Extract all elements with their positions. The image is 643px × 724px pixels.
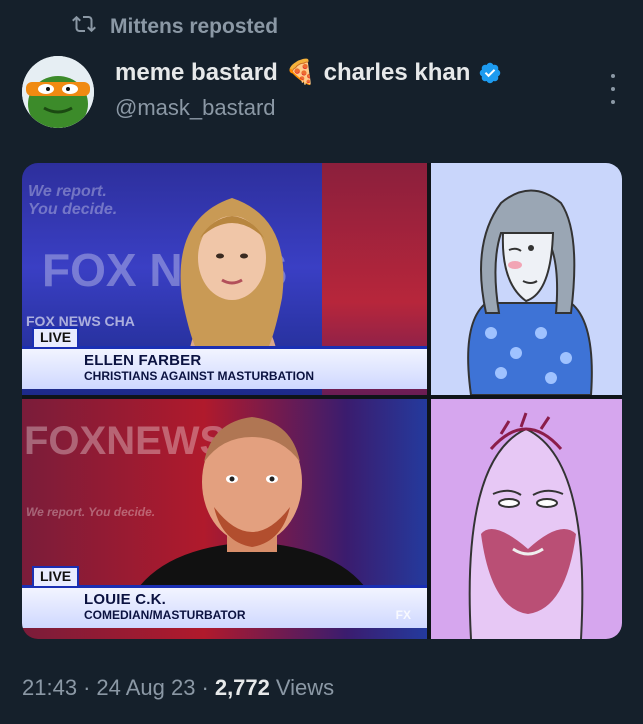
- network-mark: FX: [395, 608, 411, 622]
- lower-third-top: LIVE ELLEN FARBER CHRISTIANS AGAINST MAS…: [22, 327, 427, 389]
- repost-label: Mittens reposted: [110, 15, 279, 38]
- avatar[interactable]: [22, 56, 94, 128]
- author-display-name-2[interactable]: charles khan: [324, 59, 471, 87]
- live-badge: LIVE: [32, 327, 80, 349]
- tweet-time[interactable]: 21:43: [22, 675, 77, 701]
- repost-indicator[interactable]: Mittens reposted: [72, 12, 278, 42]
- caption-subtitle: CHRISTIANS AGAINST MASTURBATION: [84, 369, 314, 383]
- news-frame-top: We report. You decide. FOX NEWS FOX NEWS…: [22, 163, 427, 395]
- tweet-date[interactable]: 24 Aug 23: [96, 675, 195, 701]
- caption-name: ELLEN FARBER: [84, 352, 202, 369]
- lower-third-bottom: LIVE LOUIE C.K. COMEDIAN/MASTURBATOR FX: [22, 566, 427, 628]
- live-badge: LIVE: [32, 566, 80, 588]
- wojak-man-drawing: [431, 399, 622, 639]
- verified-badge-icon: [478, 61, 502, 85]
- tweet-media[interactable]: We report. You decide. FOX NEWS FOX NEWS…: [22, 163, 622, 639]
- author-display-name[interactable]: meme bastard: [115, 59, 278, 87]
- author-handle[interactable]: @mask_bastard: [115, 95, 583, 121]
- separator: ·: [201, 675, 209, 700]
- bg-text: We report.: [28, 183, 107, 200]
- wojak-man-icon: [468, 412, 584, 639]
- news-frame-bottom: FOXNEWS We report. You decide. LIVE LOUI…: [22, 399, 427, 639]
- separator: ·: [83, 675, 91, 700]
- wojak-girl-drawing: [431, 163, 622, 395]
- views-count[interactable]: 2,772: [215, 675, 270, 701]
- bg-text: You decide.: [28, 201, 118, 218]
- caption-subtitle: COMEDIAN/MASTURBATOR: [84, 608, 246, 622]
- author-name-line[interactable]: meme bastard 🍕 charles khan: [115, 58, 583, 87]
- tweet-meta: 21:43 · 24 Aug 23 · 2,772 Views: [22, 675, 334, 701]
- more-options-icon[interactable]: [609, 74, 617, 104]
- pizza-emoji: 🍕: [285, 59, 316, 86]
- tweet-header: meme bastard 🍕 charles khan @mask_bastar…: [115, 58, 583, 121]
- turtle-avatar-icon: [22, 56, 94, 128]
- caption-name: LOUIE C.K.: [84, 591, 167, 608]
- person-photo-icon: [132, 417, 372, 597]
- repost-icon: [72, 12, 96, 42]
- person-photo-icon: [180, 198, 284, 368]
- views-label: Views: [275, 675, 335, 700]
- wojak-girl-icon: [467, 189, 593, 395]
